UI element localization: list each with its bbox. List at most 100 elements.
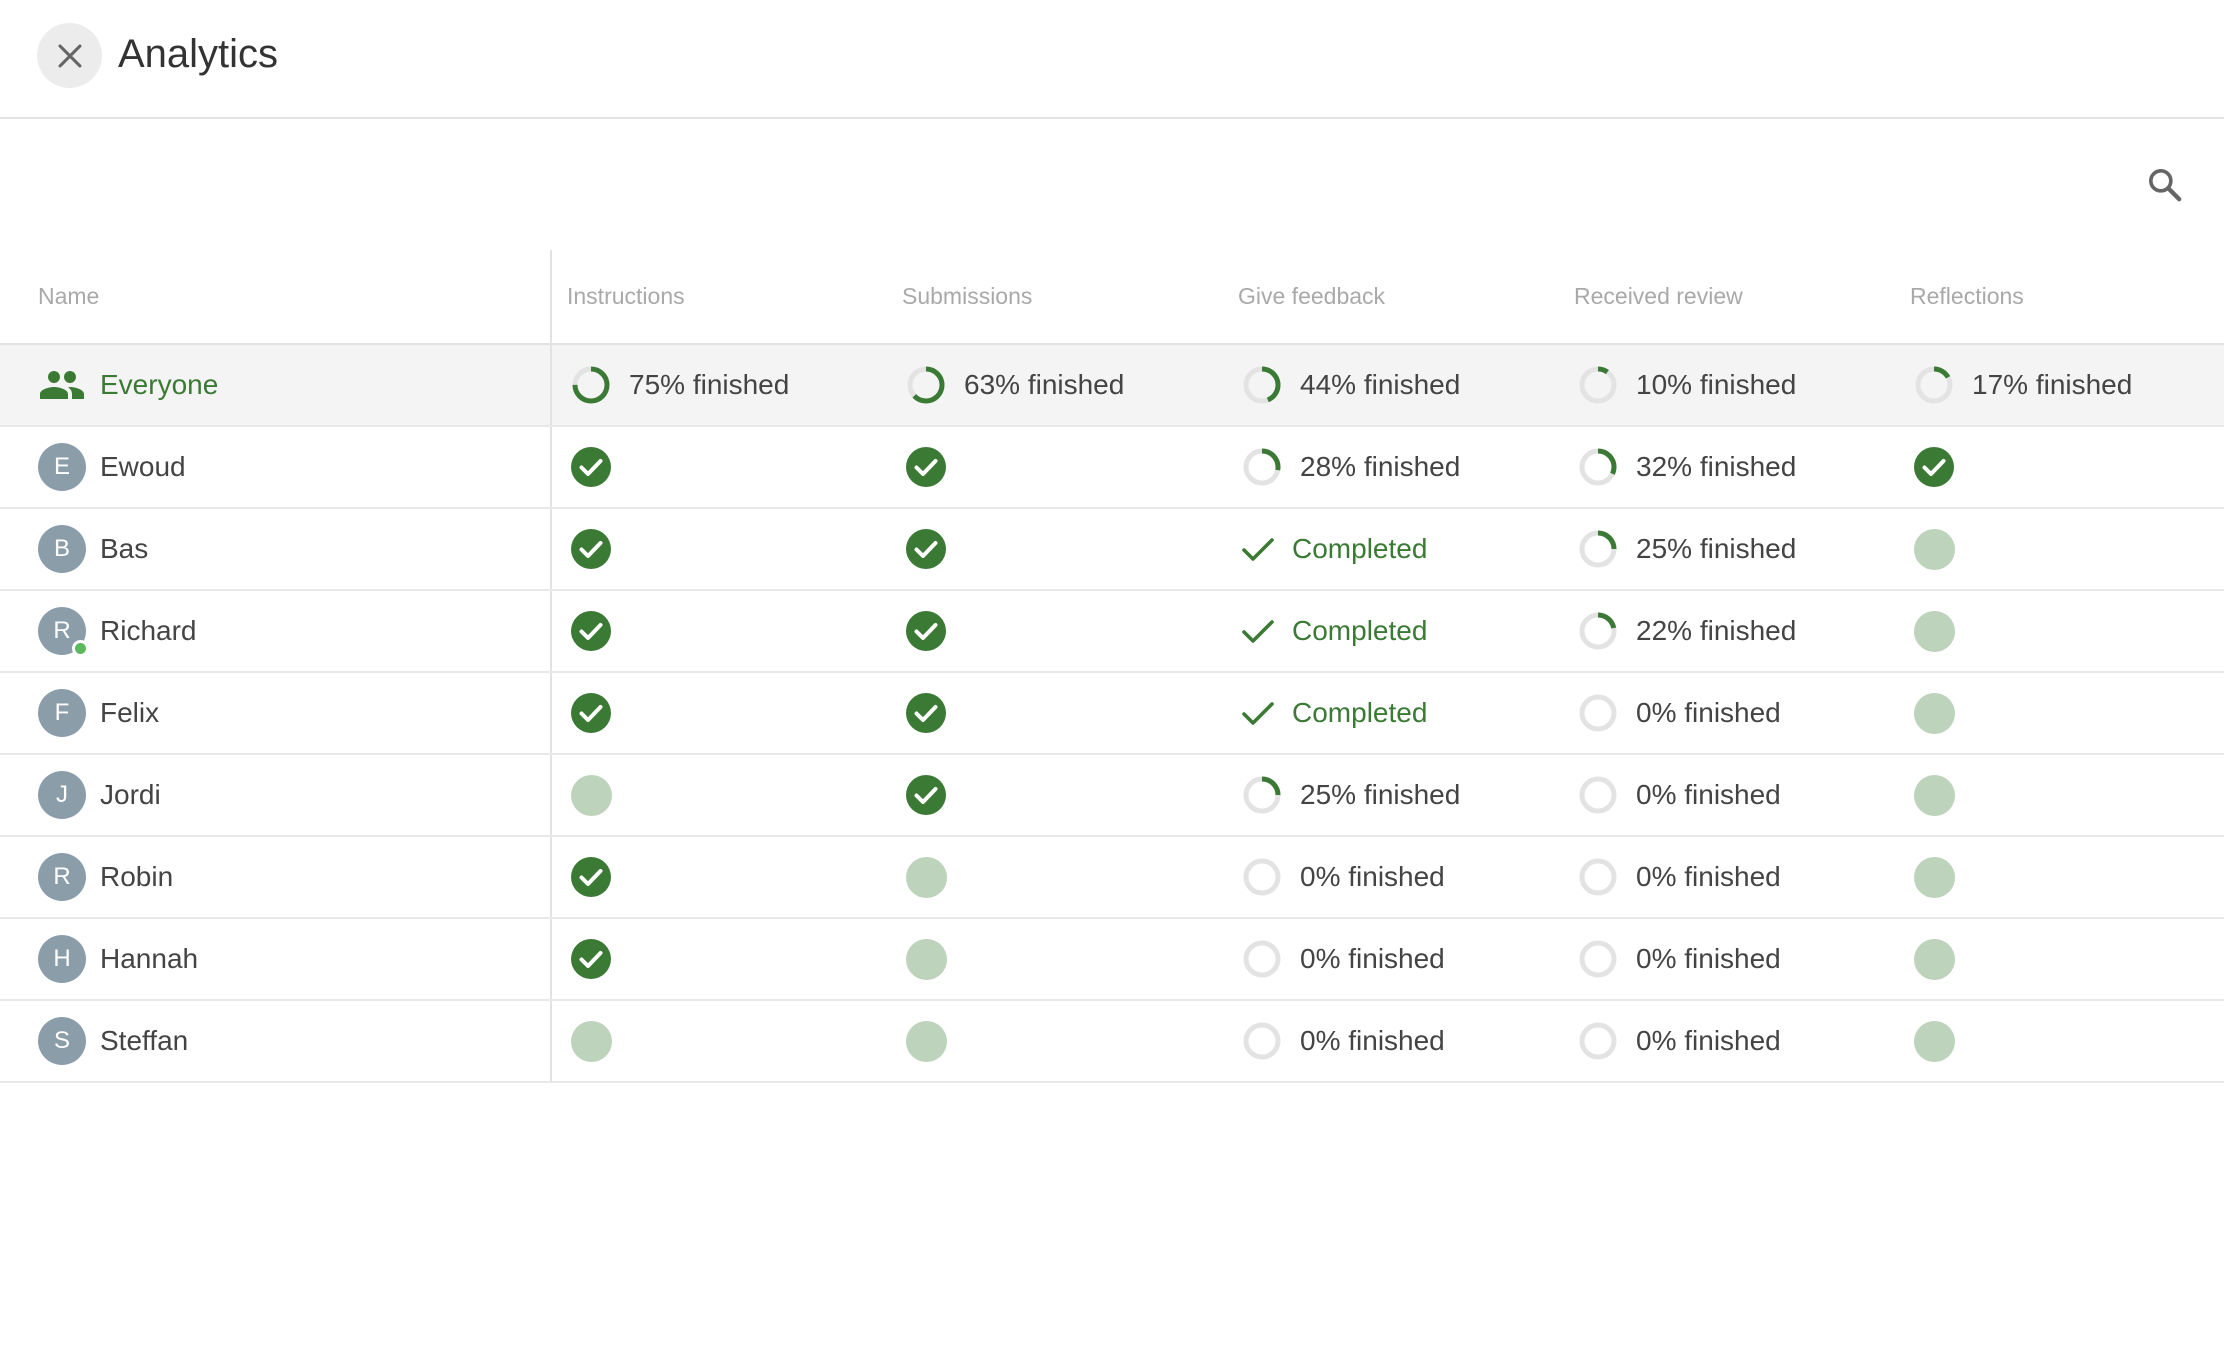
column-header-instructions[interactable]: Instructions — [551, 250, 887, 345]
cell-give-feedback[interactable]: Completed — [1223, 590, 1559, 673]
cell-give-feedback[interactable]: 0% finished — [1223, 1000, 1559, 1083]
cell-instructions[interactable] — [551, 754, 887, 837]
cell-submissions[interactable] — [887, 1000, 1223, 1083]
check-circle-icon — [902, 525, 950, 573]
cell-received-review[interactable]: 25% finished — [1559, 508, 1895, 591]
progress-ring-icon — [1910, 361, 1958, 409]
cell-instructions[interactable] — [551, 426, 887, 509]
cell-submissions[interactable] — [887, 508, 1223, 591]
pending-dot-icon — [567, 1017, 615, 1065]
column-header-received-review[interactable]: Received review — [1559, 250, 1895, 345]
cell-give-feedback[interactable]: 25% finished — [1223, 754, 1559, 837]
cell-received-review[interactable]: 10% finished — [1559, 344, 1895, 427]
progress-label: 28% finished — [1300, 451, 1461, 482]
avatar: E — [38, 443, 86, 491]
cell-reflections[interactable]: 17% finished — [1895, 344, 2224, 427]
progress-label: 44% finished — [1300, 369, 1461, 400]
avatar: J — [38, 771, 86, 819]
check-circle-icon — [567, 853, 615, 901]
row-name[interactable]: Richard — [100, 615, 196, 647]
table-row[interactable]: J Jordi 25% finished 0% finished — [0, 754, 2224, 837]
cell-reflections[interactable] — [1895, 426, 2224, 509]
cell-submissions[interactable]: 63% finished — [887, 344, 1223, 427]
search-button[interactable] — [2140, 160, 2190, 210]
cell-give-feedback[interactable]: 44% finished — [1223, 344, 1559, 427]
cell-reflections[interactable] — [1895, 1000, 2224, 1083]
cell-give-feedback[interactable]: Completed — [1223, 508, 1559, 591]
row-name[interactable]: Steffan — [100, 1025, 188, 1057]
cell-instructions[interactable] — [551, 508, 887, 591]
cell-instructions[interactable] — [551, 590, 887, 673]
cell-submissions[interactable] — [887, 836, 1223, 919]
row-name[interactable]: Ewoud — [100, 451, 186, 483]
row-name[interactable]: Robin — [100, 861, 173, 893]
close-icon — [58, 44, 81, 67]
cell-instructions[interactable] — [551, 1000, 887, 1083]
cell-submissions[interactable] — [887, 754, 1223, 837]
column-header-reflections[interactable]: Reflections — [1895, 250, 2224, 345]
cell-received-review[interactable]: 22% finished — [1559, 590, 1895, 673]
avatar: R — [38, 607, 89, 657]
table-row[interactable]: E Ewoud 28% finished 32% finished — [0, 426, 2224, 509]
progress-ring-icon — [1238, 935, 1286, 983]
progress-ring-icon — [1574, 443, 1622, 491]
cell-received-review[interactable]: 0% finished — [1559, 918, 1895, 1001]
progress-label: 17% finished — [1972, 369, 2133, 400]
cell-received-review[interactable]: 0% finished — [1559, 672, 1895, 755]
cell-give-feedback[interactable]: Completed — [1223, 672, 1559, 755]
column-header-give-feedback[interactable]: Give feedback — [1223, 250, 1559, 345]
row-name[interactable]: Jordi — [100, 779, 161, 811]
cell-instructions[interactable] — [551, 836, 887, 919]
column-header-submissions[interactable]: Submissions — [887, 250, 1223, 345]
row-name[interactable]: Felix — [100, 697, 159, 729]
avatar-initial: F — [54, 699, 70, 726]
progress-label: 0% finished — [1636, 779, 1781, 810]
check-icon — [1238, 529, 1278, 569]
online-status-dot — [72, 640, 89, 657]
cell-submissions[interactable] — [887, 672, 1223, 755]
close-button[interactable] — [37, 23, 102, 88]
pending-dot-icon — [902, 1017, 950, 1065]
progress-label: 0% finished — [1636, 697, 1781, 728]
pending-dot-icon — [1910, 771, 1958, 819]
cell-received-review[interactable]: 0% finished — [1559, 836, 1895, 919]
table-row[interactable]: R Robin 0% finished 0% finished — [0, 836, 2224, 919]
table-row[interactable]: S Steffan 0% finished 0% finished — [0, 1000, 2224, 1083]
cell-reflections[interactable] — [1895, 672, 2224, 755]
cell-submissions[interactable] — [887, 918, 1223, 1001]
cell-give-feedback[interactable]: 0% finished — [1223, 836, 1559, 919]
table-row[interactable]: H Hannah 0% finished 0% finished — [0, 918, 2224, 1001]
cell-reflections[interactable] — [1895, 754, 2224, 837]
completed-label: Completed — [1292, 533, 1428, 564]
cell-instructions[interactable] — [551, 672, 887, 755]
progress-ring-icon — [1238, 443, 1286, 491]
column-header-name[interactable]: Name — [0, 250, 552, 345]
row-name[interactable]: Hannah — [100, 943, 198, 975]
cell-submissions[interactable] — [887, 426, 1223, 509]
cell-received-review[interactable]: 32% finished — [1559, 426, 1895, 509]
row-name[interactable]: Bas — [100, 533, 148, 565]
progress-label: 25% finished — [1300, 779, 1461, 810]
progress-label: 0% finished — [1300, 1025, 1445, 1056]
cell-reflections[interactable] — [1895, 508, 2224, 591]
cell-received-review[interactable]: 0% finished — [1559, 1000, 1895, 1083]
table-row[interactable]: F Felix Completed 0% finished — [0, 672, 2224, 755]
progress-label: 32% finished — [1636, 451, 1797, 482]
cell-reflections[interactable] — [1895, 836, 2224, 919]
cell-received-review[interactable]: 0% finished — [1559, 754, 1895, 837]
cell-give-feedback[interactable]: 0% finished — [1223, 918, 1559, 1001]
table-row[interactable]: B Bas Completed 25% finished — [0, 508, 2224, 591]
check-circle-icon — [567, 525, 615, 573]
check-circle-icon — [567, 607, 615, 655]
cell-instructions[interactable] — [551, 918, 887, 1001]
cell-instructions[interactable]: 75% finished — [551, 344, 887, 427]
cell-submissions[interactable] — [887, 590, 1223, 673]
cell-reflections[interactable] — [1895, 590, 2224, 673]
avatar-initial: R — [53, 617, 71, 644]
cell-give-feedback[interactable]: 28% finished — [1223, 426, 1559, 509]
row-name[interactable]: Everyone — [100, 369, 218, 401]
name-cell: Everyone — [0, 344, 552, 427]
table-row[interactable]: R Richard Completed 22% finished — [0, 590, 2224, 673]
table-row-everyone[interactable]: Everyone 75% finished 63% finished 44% fini… — [0, 344, 2224, 427]
cell-reflections[interactable] — [1895, 918, 2224, 1001]
